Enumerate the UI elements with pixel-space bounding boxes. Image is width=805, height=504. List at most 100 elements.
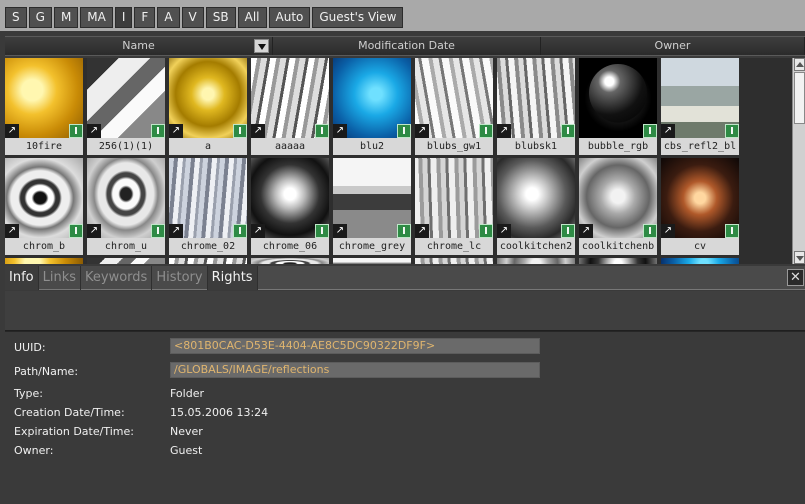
thumbnail-cv[interactable]: ↗ I cv xyxy=(661,158,739,255)
thumbnail-grid: ↗ I 10fire ↗ I 256(1)(1) ↗ I a ↗ I aaaaa xyxy=(5,58,792,264)
column-name-label: Name xyxy=(122,39,155,52)
thumbnail-image: ↗ I xyxy=(251,158,329,238)
thumbnail-chrom-b[interactable]: ↗ I chrom_b xyxy=(5,158,83,255)
thumbnail-image xyxy=(251,258,329,264)
thumbnail-10fire[interactable]: ↗ I 10fire xyxy=(5,58,83,155)
thumbnail-image: ↗ I xyxy=(333,158,411,238)
tab-auto[interactable]: Auto xyxy=(268,7,311,28)
image-type-icon: I xyxy=(151,124,165,138)
scroll-down-icon[interactable] xyxy=(794,251,805,264)
thumbnail-a[interactable]: ↗ I a xyxy=(169,58,247,155)
tab-f[interactable]: F xyxy=(134,7,156,28)
link-icon: ↗ xyxy=(415,224,429,238)
thumbnail-label: coolkitchen2 xyxy=(497,238,575,255)
thumbnail-chrome-06[interactable]: ↗ I chrome_06 xyxy=(251,158,329,255)
thumbnail-chrome-lc[interactable]: ↗ I chrome_lc xyxy=(415,158,493,255)
tab-ma[interactable]: MA xyxy=(80,7,113,28)
thumbnail-label: blu2 xyxy=(333,138,411,155)
thumbnail-256[interactable]: ↗ I 256(1)(1) xyxy=(87,58,165,155)
tab-guests-view[interactable]: Guest's View xyxy=(312,7,404,28)
thumbnail-image: ↗ I xyxy=(5,58,83,138)
link-icon: ↗ xyxy=(497,224,511,238)
thumbnail-image: ↗ I xyxy=(251,58,329,138)
thumbnail-bubble-rgb[interactable]: I bubble_rgb xyxy=(579,58,657,155)
scroll-thumb[interactable] xyxy=(794,72,805,124)
thumbnail-coolkitchenb[interactable]: ↗ I coolkitchenb xyxy=(579,158,657,255)
tab-sb[interactable]: SB xyxy=(205,7,236,28)
thumbnail-label: coolkitchenb xyxy=(579,238,657,255)
link-icon: ↗ xyxy=(87,124,101,138)
image-type-icon: I xyxy=(397,224,411,238)
thumbnail-partial[interactable] xyxy=(333,258,411,264)
tab-m[interactable]: M xyxy=(53,7,79,28)
tab-v[interactable]: V xyxy=(181,7,204,28)
thumbnail-image xyxy=(169,258,247,264)
uuid-label: UUID: xyxy=(14,341,46,354)
type-label: Type: xyxy=(14,387,43,400)
tab-g[interactable]: G xyxy=(28,7,52,28)
column-owner[interactable]: Owner xyxy=(541,37,805,55)
thumbnail-image: ↗ I xyxy=(5,158,83,238)
path-field[interactable]: /GLOBALS/IMAGE/reflections xyxy=(170,362,540,378)
tab-all[interactable]: All xyxy=(237,7,267,28)
thumbnail-partial[interactable] xyxy=(251,258,329,264)
thumbnail-image xyxy=(661,258,739,264)
thumbnail-row: ↗ I chrom_b ↗ I chrom_u ↗ I chrome_02 ↗ … xyxy=(5,158,739,255)
thumbnail-image: ↗ I xyxy=(497,58,575,138)
thumbnail-image: ↗ I xyxy=(169,158,247,238)
column-modification-date[interactable]: Modification Date xyxy=(273,37,541,55)
thumbnail-label: cv xyxy=(661,238,739,255)
tab-links[interactable]: Links xyxy=(39,266,82,290)
thumbnail-label: chrom_b xyxy=(5,238,83,255)
thumbnail-image xyxy=(497,258,575,264)
image-type-icon: I xyxy=(561,124,575,138)
thumbnail-partial[interactable] xyxy=(87,258,165,264)
thumbnail-cbs-refl2-bl[interactable]: ↗ I cbs_refl2_bl xyxy=(661,58,739,155)
thumbnail-partial[interactable] xyxy=(497,258,575,264)
uuid-field[interactable]: <801B0CAC-D53E-4404-AE8C5DC90322DF9F> xyxy=(170,338,540,354)
thumbnail-image: ↗ I xyxy=(579,158,657,238)
link-icon: ↗ xyxy=(5,124,19,138)
tab-rights[interactable]: Rights xyxy=(207,266,258,290)
link-icon: ↗ xyxy=(87,224,101,238)
thumbnail-blu2[interactable]: ↗ I blu2 xyxy=(333,58,411,155)
sort-dropdown-icon[interactable] xyxy=(254,39,269,53)
link-icon: ↗ xyxy=(169,124,183,138)
tab-keywords[interactable]: Keywords xyxy=(81,266,153,290)
thumbnail-partial[interactable] xyxy=(169,258,247,264)
grid-scrollbar[interactable] xyxy=(792,58,805,264)
owner-label: Owner: xyxy=(14,444,54,457)
column-name[interactable]: Name xyxy=(5,37,273,55)
thumbnail-coolkitchen2[interactable]: ↗ I coolkitchen2 xyxy=(497,158,575,255)
thumbnail-blubsk1[interactable]: ↗ I blubsk1 xyxy=(497,58,575,155)
tab-s[interactable]: S xyxy=(5,7,27,28)
owner-value: Guest xyxy=(170,444,203,457)
thumbnail-image xyxy=(333,258,411,264)
thumbnail-chrome-grey[interactable]: ↗ I chrome_grey xyxy=(333,158,411,255)
thumbnail-chrome-02[interactable]: ↗ I chrome_02 xyxy=(169,158,247,255)
filter-tabs: S G M MA I F A V SB All Auto Guest's Vie… xyxy=(5,7,404,28)
thumbnail-aaaaa[interactable]: ↗ I aaaaa xyxy=(251,58,329,155)
thumbnail-row-partial xyxy=(5,258,739,264)
thumbnail-image: ↗ I xyxy=(87,158,165,238)
thumbnail-partial[interactable] xyxy=(5,258,83,264)
thumbnail-blubs-gw1[interactable]: ↗ I blubs_gw1 xyxy=(415,58,493,155)
thumbnail-partial[interactable] xyxy=(661,258,739,264)
close-icon[interactable]: ✕ xyxy=(787,269,804,286)
thumbnail-partial[interactable] xyxy=(579,258,657,264)
expiration-date-label: Expiration Date/Time: xyxy=(14,425,134,438)
thumbnail-partial[interactable] xyxy=(415,258,493,264)
tab-history[interactable]: History xyxy=(152,266,208,290)
thumbnail-image: ↗ I xyxy=(661,58,739,138)
type-value: Folder xyxy=(170,387,204,400)
tab-i[interactable]: I xyxy=(114,7,133,28)
scroll-up-icon[interactable] xyxy=(794,58,805,71)
thumbnail-image: ↗ I xyxy=(333,58,411,138)
info-panel: UUID: <801B0CAC-D53E-4404-AE8C5DC90322DF… xyxy=(5,331,805,504)
thumbnail-chrom-u[interactable]: ↗ I chrom_u xyxy=(87,158,165,255)
tab-a[interactable]: A xyxy=(157,7,180,28)
expiration-date-value: Never xyxy=(170,425,203,438)
tab-info[interactable]: Info xyxy=(5,266,39,290)
link-icon: ↗ xyxy=(169,224,183,238)
link-icon: ↗ xyxy=(497,124,511,138)
